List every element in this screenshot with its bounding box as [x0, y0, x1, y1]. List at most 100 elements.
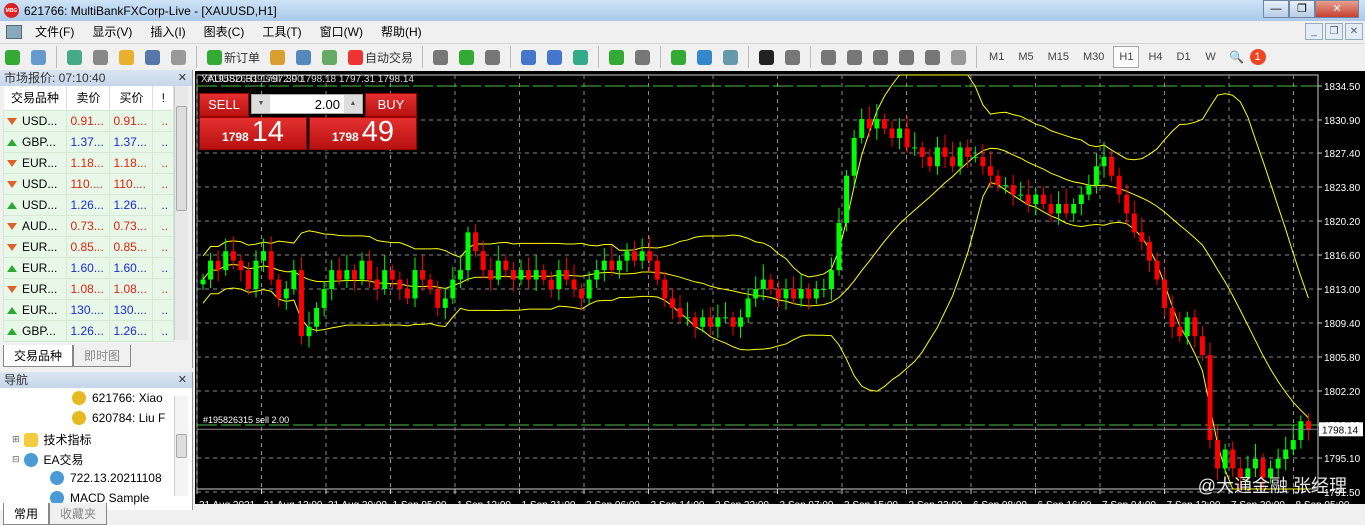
scrollbar-thumb[interactable]	[176, 434, 187, 458]
profiles-button[interactable]	[28, 46, 50, 68]
bid-cell[interactable]: 130....	[66, 298, 111, 321]
sell-button[interactable]: SELL	[199, 93, 249, 117]
expand-icon[interactable]: ⊞	[12, 434, 20, 445]
navigator-button[interactable]	[116, 46, 138, 68]
templates-button[interactable]	[720, 46, 742, 68]
symbol-cell[interactable]: EUR...	[2, 277, 68, 300]
market-watch-scrollbar[interactable]	[174, 86, 188, 340]
ask-cell[interactable]: 1.08...	[109, 277, 154, 300]
increase-lot-button[interactable]: ▲	[344, 95, 362, 113]
new-chart-button[interactable]	[2, 46, 24, 68]
menu-charts[interactable]: 图表(C)	[195, 23, 254, 40]
line-chart-button[interactable]	[482, 46, 504, 68]
fibonacci-button[interactable]	[948, 46, 970, 68]
timeframe-d1[interactable]: D1	[1172, 46, 1196, 68]
terminal-button[interactable]	[142, 46, 164, 68]
bid-cell[interactable]: 1.18...	[66, 151, 111, 174]
nav-account-2[interactable]: 620784: Liu F	[72, 411, 165, 425]
symbol-cell[interactable]: EUR...	[2, 151, 68, 174]
symbol-cell[interactable]: GBP...	[2, 130, 68, 153]
ask-cell[interactable]: 130....	[109, 298, 154, 321]
timeframe-m15[interactable]: M15	[1043, 46, 1074, 68]
menu-window[interactable]: 窗口(W)	[311, 23, 372, 40]
autoscroll-button[interactable]	[606, 46, 628, 68]
column-symbol[interactable]: 交易品种	[3, 86, 68, 110]
new-order-button[interactable]: 新订单	[204, 46, 263, 68]
bid-cell[interactable]: 0.73...	[66, 214, 111, 237]
symbol-cell[interactable]: USD...	[2, 193, 68, 216]
market-watch-row[interactable]: EUR... 1.08... 1.08.....	[2, 277, 174, 300]
trendline-button[interactable]	[870, 46, 892, 68]
ask-cell[interactable]: 0.85...	[109, 235, 154, 258]
search-icon[interactable]: 🔍	[1226, 46, 1248, 68]
navigator-scrollbar[interactable]	[174, 396, 188, 496]
nav-indicators[interactable]: ⊞ 技术指标	[12, 431, 92, 448]
signals-button[interactable]	[293, 46, 315, 68]
ask-cell[interactable]: 1.60...	[109, 256, 154, 279]
vertical-line-button[interactable]	[818, 46, 840, 68]
timeframe-m30[interactable]: M30	[1078, 46, 1109, 68]
nav-ea-item[interactable]: 722.13.20211108	[50, 471, 162, 485]
bid-cell[interactable]: 110....	[66, 172, 111, 195]
scrollbar-thumb[interactable]	[176, 106, 187, 211]
lot-size-field[interactable]: ▼ 2.00 ▲	[251, 94, 363, 114]
chart-window-icon[interactable]	[6, 24, 22, 39]
menu-view[interactable]: 显示(V)	[83, 23, 141, 40]
menu-help[interactable]: 帮助(H)	[372, 23, 431, 40]
ask-cell[interactable]: 1.37...	[109, 130, 154, 153]
menu-tools[interactable]: 工具(T)	[253, 23, 310, 40]
tab-common[interactable]: 常用	[3, 503, 50, 525]
bid-cell[interactable]: 1.26...	[66, 319, 111, 342]
timeframe-h1[interactable]: H1	[1113, 46, 1140, 68]
tab-symbols[interactable]: 交易品种	[3, 345, 74, 367]
zoom-in-button[interactable]	[518, 46, 540, 68]
crosshair-button[interactable]	[782, 46, 804, 68]
market-watch-row[interactable]: EUR... 130.... 130......	[2, 298, 174, 321]
zoom-out-button[interactable]	[544, 46, 566, 68]
symbol-cell[interactable]: EUR...	[2, 235, 68, 258]
symbol-cell[interactable]: GBP...	[2, 319, 68, 342]
bid-cell[interactable]: 1.08...	[66, 277, 111, 300]
close-button[interactable]: ✕	[1315, 0, 1359, 18]
market-watch-row[interactable]: EUR... 0.85... 0.85.....	[2, 235, 174, 258]
symbol-cell[interactable]: USD...	[2, 109, 68, 132]
autotrading-button[interactable]: 自动交易	[345, 46, 416, 68]
collapse-icon[interactable]: ⊟	[12, 454, 20, 465]
tile-windows-button[interactable]	[570, 46, 592, 68]
bid-cell[interactable]: 0.85...	[66, 235, 111, 258]
nav-expert-advisors[interactable]: ⊟ EA交易	[12, 451, 84, 468]
nav-account-1[interactable]: 621766: Xiao	[72, 391, 163, 405]
tester-button[interactable]	[168, 46, 190, 68]
notification-badge[interactable]: 1	[1249, 49, 1266, 65]
timeframe-m1[interactable]: M1	[984, 46, 1009, 68]
equidistant-channel-button[interactable]	[896, 46, 918, 68]
market-watch-row[interactable]: GBP... 1.26... 1.26.....	[2, 319, 174, 342]
symbol-cell[interactable]: EUR...	[2, 298, 68, 321]
close-icon[interactable]: ✕	[178, 372, 187, 388]
symbol-cell[interactable]: USD...	[2, 172, 68, 195]
metaeditor-button[interactable]	[267, 46, 289, 68]
market-watch-row[interactable]: EUR... 1.60... 1.60.....	[2, 256, 174, 279]
market-watch-row[interactable]: AUD... 0.73... 0.73.....	[2, 214, 174, 237]
horizontal-line-button[interactable]	[844, 46, 866, 68]
ask-cell[interactable]: 0.91...	[109, 109, 154, 132]
mdi-close-button[interactable]: ✕	[1345, 23, 1363, 40]
ask-cell[interactable]: 1.26...	[109, 319, 154, 342]
close-icon[interactable]: ✕	[178, 70, 187, 86]
price-chart[interactable]: 1834.50 1830.90 1827.40 1823.80 1820.20 1816.…	[195, 71, 1365, 506]
data-window-button[interactable]	[90, 46, 112, 68]
market-watch-row[interactable]: USD... 110.... 110......	[2, 172, 174, 195]
symbol-cell[interactable]: AUD...	[2, 214, 68, 237]
cursor-button[interactable]	[756, 46, 778, 68]
column-bid[interactable]: 卖价	[66, 86, 111, 110]
decrease-lot-button[interactable]: ▼	[252, 95, 270, 113]
ask-cell[interactable]: 1.26...	[109, 193, 154, 216]
tab-favorites[interactable]: 收藏夹	[49, 503, 108, 525]
ask-cell[interactable]: 110....	[109, 172, 154, 195]
bid-cell[interactable]: 1.37...	[66, 130, 111, 153]
sell-price-button[interactable]: 1798 14	[199, 117, 307, 150]
restore-button[interactable]: ❐	[1289, 0, 1315, 18]
ask-cell[interactable]: 1.18...	[109, 151, 154, 174]
market-watch-row[interactable]: USD... 1.26... 1.26.....	[2, 193, 174, 216]
ask-cell[interactable]: 0.73...	[109, 214, 154, 237]
